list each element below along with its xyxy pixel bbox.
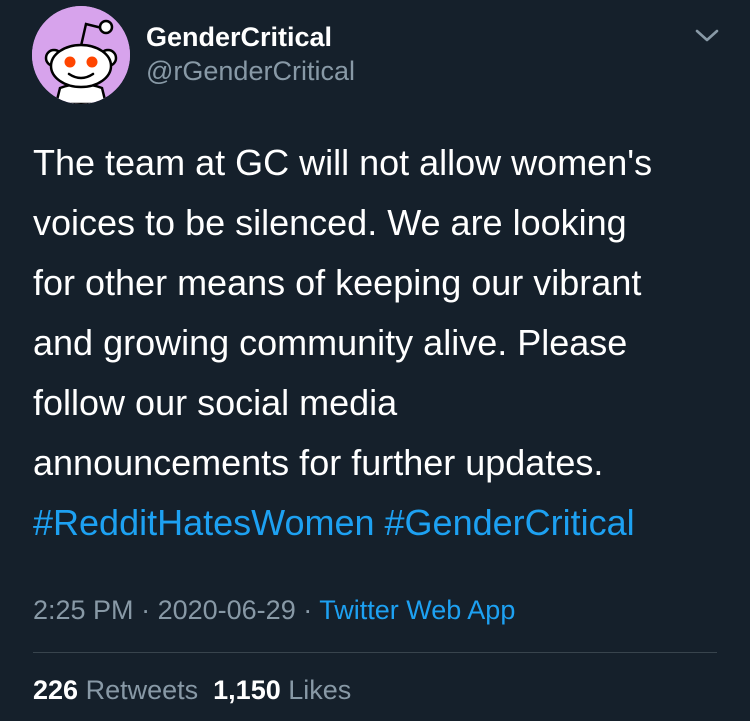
tweet-time[interactable]: 2:25 PM (33, 595, 134, 625)
meta-separator: · (303, 595, 313, 625)
likes-label: Likes (288, 675, 352, 705)
tweet-text-line: voices to be silenced. We are looking (33, 202, 627, 243)
meta-separator: · (141, 595, 151, 625)
avatar[interactable] (32, 6, 130, 104)
user-display-name[interactable]: GenderCritical (146, 22, 332, 53)
reddit-snoo-icon (32, 6, 130, 104)
chevron-down-icon (695, 29, 719, 42)
tweet-menu-button[interactable] (690, 24, 724, 48)
tweet-text-line: follow our social media (33, 382, 398, 423)
tweet-stats: 226 Retweets 1,150 Likes (33, 675, 351, 706)
tweet-text: The team at GC will not allow women's vo… (33, 133, 723, 553)
user-handle[interactable]: @rGenderCritical (146, 56, 355, 87)
tweet-date[interactable]: 2020-06-29 (158, 595, 296, 625)
retweets-label: Retweets (85, 675, 199, 705)
retweets-stat[interactable]: 226 Retweets (33, 675, 198, 705)
hashtag-link-gendercritical[interactable]: #GenderCritical (385, 502, 635, 543)
tweet-text-line: for other means of keeping our vibrant (33, 262, 642, 303)
tweet-meta: 2:25 PM · 2020-06-29 · Twitter Web App (33, 595, 515, 626)
hashtag-link-reddithateswomen[interactable]: #RedditHatesWomen (33, 502, 375, 543)
retweets-count: 226 (33, 675, 79, 705)
divider (33, 652, 717, 653)
tweet-text-line: announcements for further updates. (33, 442, 604, 483)
tweet-source-link[interactable]: Twitter Web App (319, 595, 515, 625)
hashtag-line: #RedditHatesWomen #GenderCritical (33, 493, 723, 553)
likes-stat[interactable]: 1,150 Likes (213, 675, 351, 705)
likes-count: 1,150 (213, 675, 281, 705)
tweet-text-line: and growing community alive. Please (33, 322, 628, 363)
tweet-text-line: The team at GC will not allow women's (33, 142, 653, 183)
